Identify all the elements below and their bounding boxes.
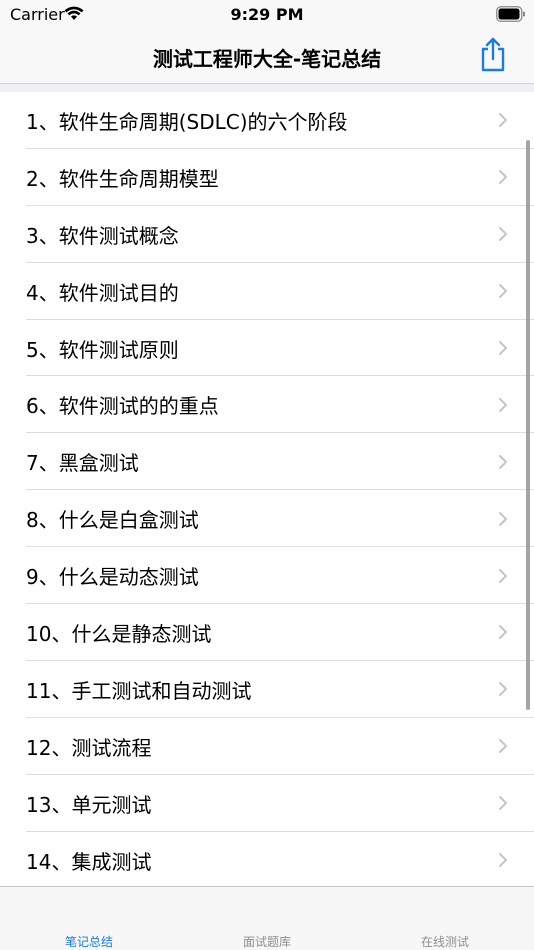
chevron-right-icon (499, 511, 507, 526)
list-item-label: 14、集成测试 (26, 849, 152, 874)
list-item[interactable]: 8、什么是白盒测试 (0, 490, 534, 548)
tab-online-test[interactable]: 在线测试 (356, 933, 534, 950)
list-item[interactable]: 2、软件生命周期模型 (0, 149, 534, 206)
notes-list[interactable]: 1、软件生命周期(SDLC)的六个阶段 2、软件生命周期模型 3、软件测试概念 4、软… (0, 92, 534, 886)
list-item[interactable]: 11、手工测试和自动测试 (0, 661, 534, 718)
chevron-right-icon (499, 284, 507, 299)
list-item-label: 8、什么是白盒测试 (26, 508, 199, 533)
list-item[interactable]: 4、软件测试目的 (0, 263, 534, 320)
battery-icon (496, 6, 525, 22)
chevron-right-icon (499, 170, 507, 185)
chevron-right-icon (499, 227, 507, 242)
list-item-label: 6、软件测试的的重点 (26, 394, 219, 419)
chevron-right-icon (499, 568, 507, 583)
list-top-gap (0, 84, 534, 92)
chevron-right-icon (499, 796, 507, 811)
navigation-bar: 测试工程师大全-笔记总结 (0, 28, 534, 84)
share-icon[interactable] (478, 36, 508, 72)
list-item[interactable]: 3、软件测试概念 (0, 206, 534, 263)
list-item-label: 13、单元测试 (26, 792, 152, 817)
list-item[interactable]: 7、黑盒测试 (0, 433, 534, 491)
status-time: 9:29 PM (230, 5, 304, 24)
tab-interview-questions[interactable]: 面试题库 (178, 933, 356, 950)
list-item-label: 2、软件生命周期模型 (26, 166, 219, 191)
list-item-label: 12、测试流程 (26, 735, 152, 760)
status-bar: Carrier 9:29 PM (0, 0, 534, 28)
chevron-right-icon (499, 113, 507, 128)
chevron-right-icon (499, 341, 507, 355)
list-item[interactable]: 5、软件测试原则 (0, 320, 534, 377)
chevron-right-icon (499, 625, 507, 640)
chevron-right-icon (499, 853, 507, 868)
list-item-label: 1、软件生命周期(SDLC)的六个阶段 (26, 109, 348, 134)
chevron-right-icon (499, 739, 507, 754)
screen: Carrier 9:29 PM 测试工程师大全-笔记总结 1、软件生命周期(SD… (0, 0, 534, 950)
list-item-label: 9、什么是动态测试 (26, 565, 199, 590)
tab-bar: 笔记总结 面试题库 在线测试 (0, 886, 534, 950)
list-item-label: 10、什么是静态测试 (26, 621, 212, 646)
tab-notes-summary[interactable]: 笔记总结 (0, 933, 178, 950)
list-item[interactable]: 12、测试流程 (0, 718, 534, 775)
list-item[interactable]: 13、单元测试 (0, 775, 534, 832)
list-item[interactable]: 9、什么是动态测试 (0, 547, 534, 604)
list-item[interactable]: 6、软件测试的的重点 (0, 376, 534, 434)
chevron-right-icon (499, 397, 507, 412)
list-item-label: 11、手工测试和自动测试 (26, 678, 252, 703)
list-item[interactable]: 10、什么是静态测试 (0, 604, 534, 661)
list-item[interactable]: 14、集成测试 (0, 832, 534, 886)
list-item-label: 7、黑盒测试 (26, 451, 139, 476)
list-item-label: 3、软件测试概念 (26, 223, 179, 248)
list-item-label: 4、软件测试目的 (26, 280, 179, 305)
list-item[interactable]: 1、软件生命周期(SDLC)的六个阶段 (0, 92, 534, 149)
page-title: 测试工程师大全-笔记总结 (152, 47, 382, 71)
chevron-right-icon (499, 682, 507, 697)
chevron-right-icon (499, 454, 507, 469)
scroll-indicator[interactable] (526, 140, 530, 710)
list-item-label: 5、软件测试原则 (26, 337, 179, 362)
